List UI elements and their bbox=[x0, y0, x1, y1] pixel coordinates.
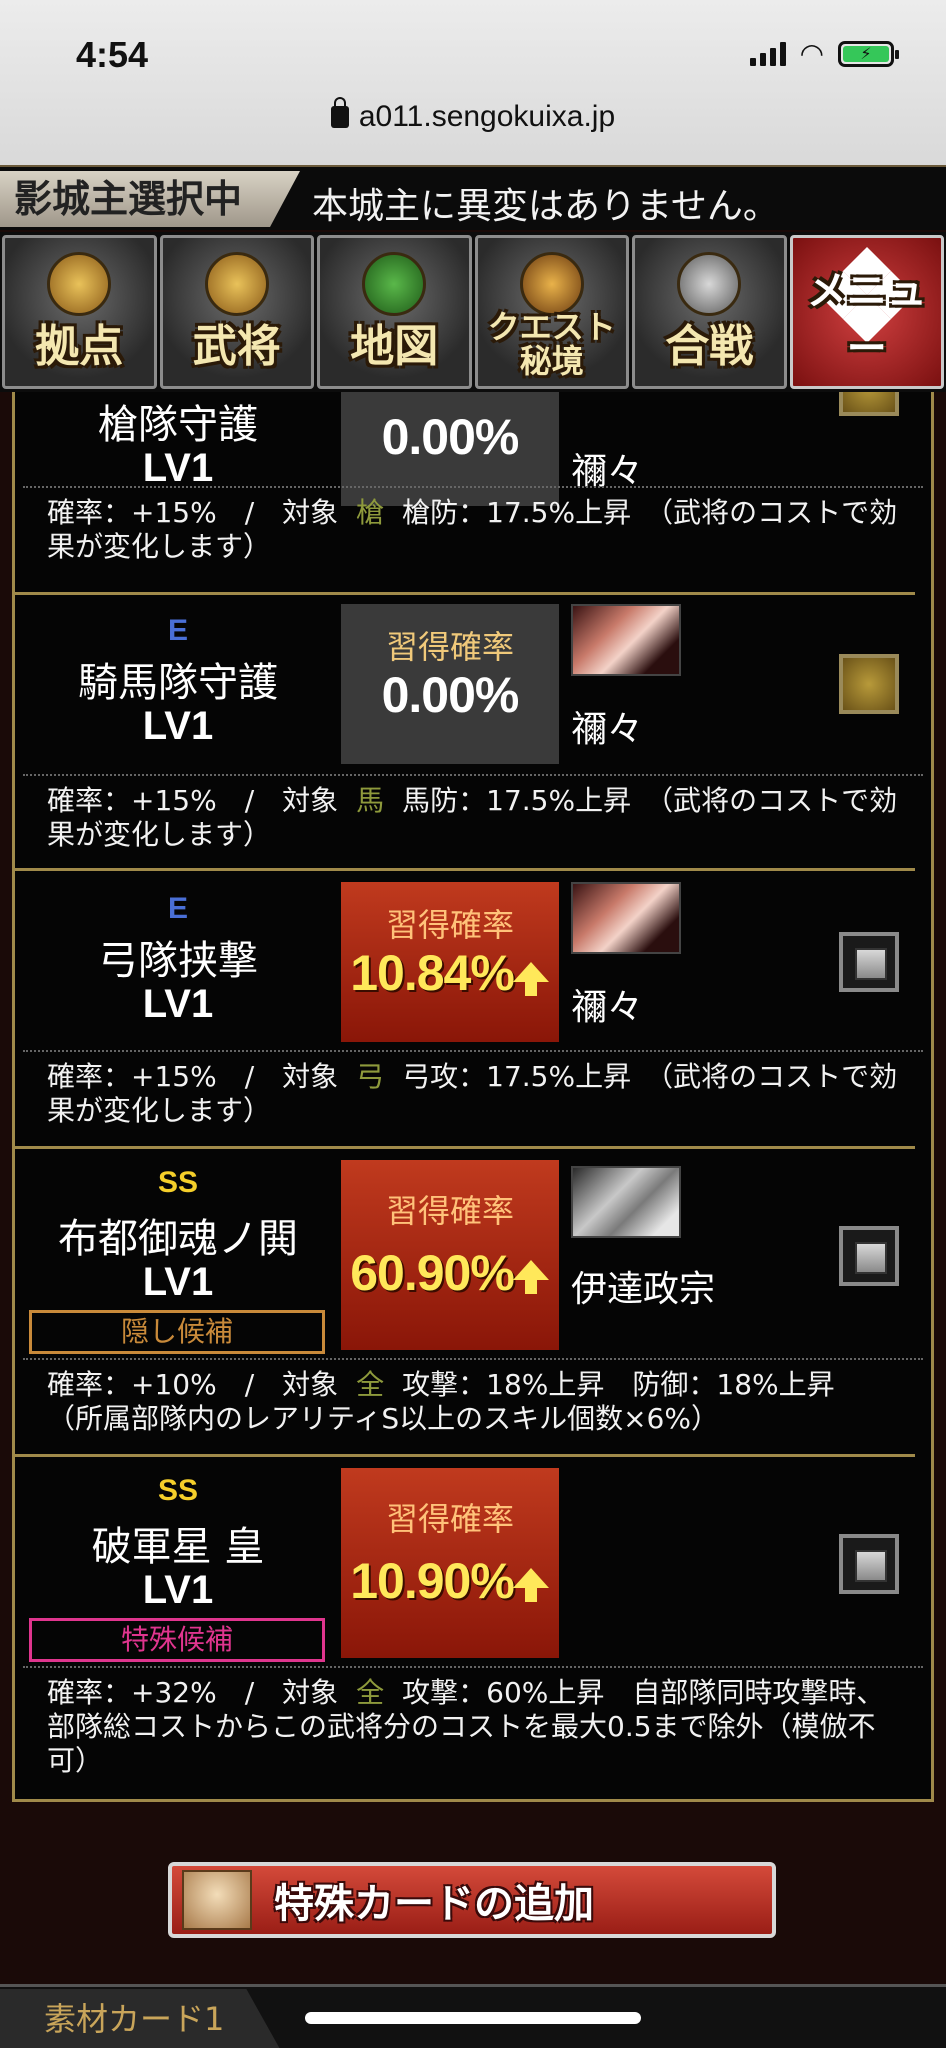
url-text: a011.sengokuixa.jp bbox=[358, 100, 616, 133]
desc-prefix: 確率：+32% / 対象 bbox=[47, 1676, 339, 1709]
character-face-icon bbox=[182, 1870, 252, 1930]
divider bbox=[15, 1454, 915, 1457]
skill-checkbox[interactable] bbox=[839, 932, 899, 992]
browser-status-bar: 4:54 ◠ ⚡ a011.sengokuixa.jp bbox=[0, 0, 946, 165]
general-portrait[interactable] bbox=[571, 882, 681, 954]
rate-up-icon bbox=[513, 1260, 549, 1294]
learn-rate-label: 習得確率 bbox=[385, 1500, 514, 1538]
skill-level: LV1 bbox=[142, 1568, 214, 1612]
address-bar[interactable]: a011.sengokuixa.jp bbox=[0, 97, 946, 134]
skill-checkbox[interactable] bbox=[839, 1226, 899, 1286]
learn-rate-value: 0.00% bbox=[381, 409, 520, 465]
skill-level: LV1 bbox=[142, 704, 214, 748]
nav-map-label: 地図 bbox=[350, 321, 439, 372]
divider bbox=[15, 868, 915, 871]
skill-name: 槍隊守護 bbox=[98, 402, 258, 448]
learn-rate-label: 習得確率 bbox=[385, 1192, 514, 1230]
shadow-lord-banner: 影城主選択中 本城主に異変はありません。 bbox=[0, 165, 946, 230]
quest-icon bbox=[519, 252, 584, 316]
skill-owner: 禰々 bbox=[571, 709, 644, 750]
general-portrait[interactable] bbox=[571, 1166, 681, 1238]
signal-icon bbox=[749, 42, 786, 66]
nav-quest[interactable]: クエスト秘境 bbox=[474, 235, 629, 389]
desc-target: 全 bbox=[356, 1368, 385, 1401]
learn-rate-box: 習得確率 10.84% bbox=[341, 882, 559, 1042]
skill-owner: 伊達政宗 bbox=[571, 1269, 716, 1310]
skill-owner: 禰々 bbox=[571, 987, 644, 1028]
skill-checkbox[interactable] bbox=[839, 392, 899, 416]
skill-level: LV1 bbox=[142, 446, 214, 490]
divider bbox=[15, 1146, 915, 1149]
shadow-lord-tag[interactable]: 影城主選択中 bbox=[0, 171, 300, 227]
skill-level: LV1 bbox=[142, 1260, 214, 1304]
nav-menu[interactable]: メニュー bbox=[789, 235, 944, 389]
skill-checkbox[interactable] bbox=[839, 654, 899, 714]
skill-checkbox[interactable] bbox=[839, 1534, 899, 1594]
skill-name: 弓隊挟撃 bbox=[98, 938, 258, 984]
special-candidate-badge: 特殊候補 bbox=[29, 1618, 325, 1662]
nav-battle[interactable]: 合戦 bbox=[632, 235, 787, 389]
desc-target: 全 bbox=[356, 1676, 385, 1709]
desc-prefix: 確率：+15% / 対象 bbox=[47, 496, 339, 529]
general-portrait[interactable] bbox=[571, 604, 681, 676]
learn-rate-box: 習得確率 10.90% bbox=[341, 1468, 559, 1658]
skill-name: 騎馬隊守護 bbox=[78, 660, 278, 706]
skill-rank: SS bbox=[157, 1166, 199, 1199]
skill-rank: E bbox=[167, 892, 188, 925]
nav-general[interactable]: 武将 bbox=[159, 235, 314, 389]
desc-target: 槍 bbox=[356, 496, 385, 529]
battery-icon: ⚡ bbox=[838, 41, 899, 67]
desc-prefix: 確率：+15% / 対象 bbox=[47, 784, 339, 817]
home-indicator[interactable] bbox=[305, 2012, 641, 2024]
add-special-card-button[interactable]: 特殊カードの追加 bbox=[168, 1862, 776, 1938]
desc-target: 馬 bbox=[356, 784, 385, 817]
nav-general-label: 武将 bbox=[192, 321, 281, 372]
map-icon bbox=[362, 252, 427, 316]
add-special-card-label: 特殊カードの追加 bbox=[274, 1881, 594, 1927]
desc-prefix: 確率：+10% / 対象 bbox=[47, 1368, 339, 1401]
battle-icon bbox=[677, 252, 742, 316]
skill-description: 確率：+15% / 対象槍槍防：17.5%上昇 （武将のコストで効果が変化します… bbox=[23, 486, 923, 564]
main-nav: 拠点 武将 地図 クエスト秘境 合戦 メニュー bbox=[0, 232, 946, 392]
general-icon bbox=[204, 252, 269, 316]
hidden-candidate-badge: 隠し候補 bbox=[29, 1310, 325, 1354]
clock: 4:54 bbox=[76, 34, 149, 75]
nav-base[interactable]: 拠点 bbox=[2, 235, 157, 389]
wifi-icon: ◠ bbox=[799, 37, 824, 70]
nav-quest-label: クエスト秘境 bbox=[487, 308, 616, 380]
skill-description: 確率：+15% / 対象馬馬防：17.5%上昇 （武将のコストで効果が変化します… bbox=[23, 774, 923, 852]
skill-name: 破軍星 皇 bbox=[91, 1524, 265, 1570]
learn-rate-label: 習得確率 bbox=[385, 628, 514, 666]
learn-rate-label: 習得確率 bbox=[385, 906, 514, 944]
skill-description: 確率：+32% / 対象全攻撃：60%上昇 自部隊同時攻撃時、部隊総コストからこ… bbox=[23, 1666, 923, 1778]
learn-rate-box: 習得確率 60.90% bbox=[341, 1160, 559, 1350]
skill-rank: E bbox=[167, 614, 188, 647]
skill-list: 槍隊守護 LV1 0.00% 禰々 確率：+15% / 対象槍槍防：17.5%上… bbox=[12, 392, 934, 1802]
skill-description: 確率：+15% / 対象弓弓攻：17.5%上昇 （武将のコストで効果が変化します… bbox=[23, 1050, 923, 1128]
rate-up-icon bbox=[513, 1568, 549, 1602]
learn-rate-box: 習得確率 0.00% bbox=[341, 604, 559, 764]
desc-target: 弓 bbox=[356, 1060, 385, 1093]
nav-battle-label: 合戦 bbox=[665, 321, 754, 372]
nav-map[interactable]: 地図 bbox=[317, 235, 472, 389]
skill-level: LV1 bbox=[142, 982, 214, 1026]
nav-base-label: 拠点 bbox=[35, 321, 124, 372]
system-icons: ◠ ⚡ bbox=[749, 37, 899, 70]
skill-rank: SS bbox=[157, 1474, 199, 1507]
desc-prefix: 確率：+15% / 対象 bbox=[47, 1060, 339, 1093]
base-icon bbox=[47, 252, 112, 316]
skill-name: 布都御魂ノ閧 bbox=[58, 1216, 298, 1262]
nav-menu-label: メニュー bbox=[806, 267, 927, 372]
lock-icon bbox=[330, 97, 349, 128]
divider bbox=[15, 592, 915, 595]
material-card-tab[interactable]: 素材カード1 bbox=[0, 1989, 280, 2048]
castle-status-message: 本城主に異変はありません。 bbox=[312, 186, 779, 227]
rate-up-icon bbox=[513, 962, 549, 996]
skill-description: 確率：+10% / 対象全攻撃：18%上昇 防御：18%上昇 （所属部隊内のレア… bbox=[23, 1358, 923, 1436]
learn-rate-value: 0.00% bbox=[381, 667, 520, 723]
